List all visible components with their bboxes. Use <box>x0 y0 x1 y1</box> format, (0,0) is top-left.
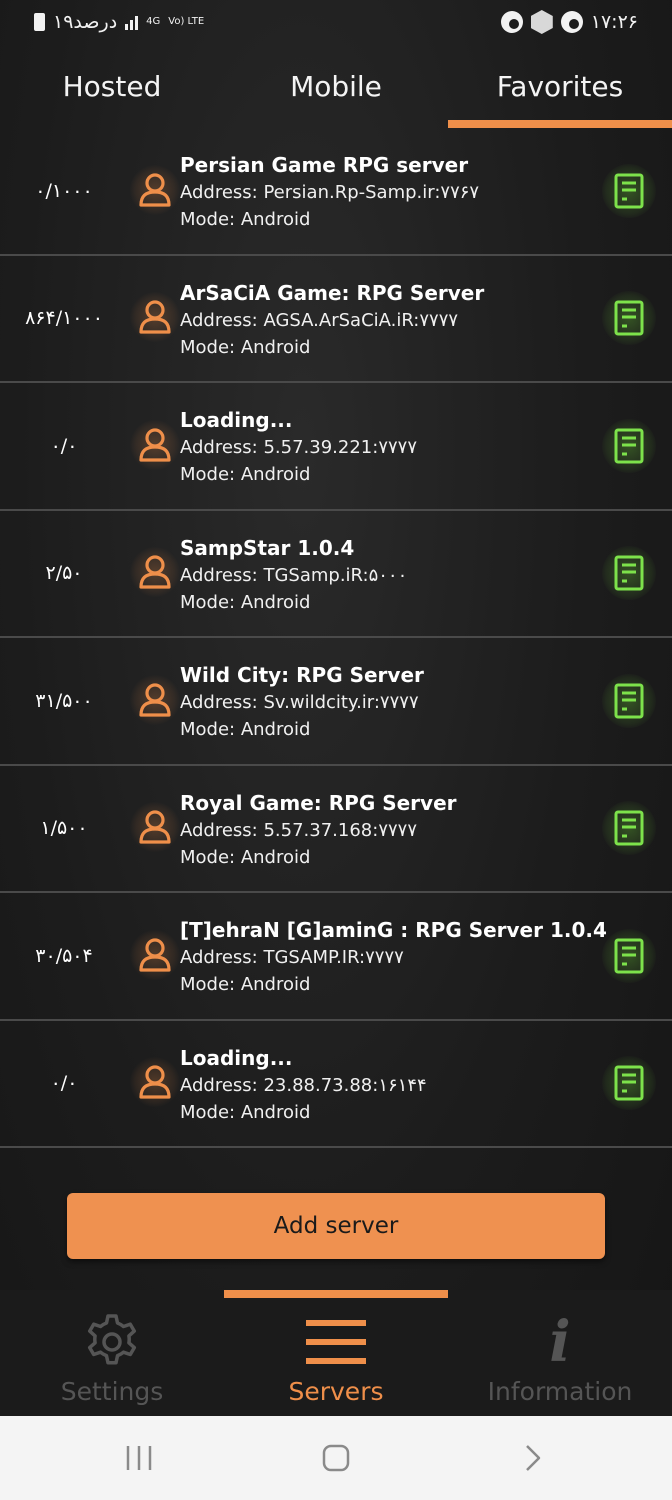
server-row[interactable]: ۰/۰ Loading... Address: 23.88.73.88:۱۶۱۴… <box>0 1021 672 1148</box>
volte-indicator: Vo) LTE <box>168 16 205 27</box>
server-name: Royal Game: RPG Server <box>180 790 457 815</box>
server-row[interactable]: ۳۱/۵۰۰ Wild City: RPG Server Address: Sv… <box>0 638 672 766</box>
server-mode: Mode: Android <box>180 336 311 358</box>
tab-hosted[interactable]: Hosted <box>0 56 224 128</box>
server-name: [T]ehraN [G]aminG : RPG Server 1.0.4 <box>180 918 607 942</box>
status-bar: ۱۹درصد 4G Vo) LTE ۱۷:۲۶ <box>0 0 672 44</box>
server-list: ۰/۱۰۰۰ Persian Game RPG server Address: … <box>0 128 672 1148</box>
player-count: ۸۶۴/۱۰۰۰ <box>25 307 103 330</box>
player-count: ۰/۰ <box>50 434 78 457</box>
server-address: Address: AGSA.ArSaCiA.iR:۷۷۷۷ <box>180 309 459 331</box>
server-info: Loading... Address: 5.57.39.221:۷۷۷۷ Mod… <box>180 407 417 488</box>
server-info: Persian Game RPG server Address: Persian… <box>180 152 479 233</box>
server-mode: Mode: Android <box>180 846 311 868</box>
user-icon <box>130 164 180 215</box>
user-icon <box>130 419 180 470</box>
server-details-icon[interactable] <box>602 418 656 473</box>
player-count: ۰/۱۰۰۰ <box>35 179 93 202</box>
server-address: Address: 23.88.73.88:۱۶۱۴۴ <box>180 1074 427 1096</box>
server-details-icon[interactable] <box>602 801 656 856</box>
server-details-icon[interactable] <box>602 291 656 346</box>
server-info: SampStar 1.0.4 Address: TGSamp.iR:۵۰۰۰ M… <box>180 535 407 616</box>
server-details-icon[interactable] <box>602 928 656 983</box>
back-icon[interactable] <box>503 1428 563 1488</box>
nav-settings[interactable]: Settings <box>0 1290 224 1416</box>
server-name: Persian Game RPG server <box>180 153 469 177</box>
clock: ۱۷:۲۶ <box>590 11 638 33</box>
server-info: Wild City: RPG Server Address: Sv.wildci… <box>180 662 424 743</box>
server-row[interactable]: ۰/۰ Loading... Address: 5.57.39.221:۷۷۷۷… <box>0 383 672 511</box>
gear-icon <box>82 1311 142 1373</box>
signal-icon <box>125 14 139 30</box>
nav-servers-label: Servers <box>288 1377 384 1406</box>
add-server-button[interactable]: Add server <box>67 1193 605 1259</box>
user-icon <box>130 292 180 343</box>
nav-settings-label: Settings <box>60 1377 164 1406</box>
server-info: Royal Game: RPG Server Address: 5.57.37.… <box>180 790 457 871</box>
player-count: ۱/۵۰۰ <box>40 817 88 840</box>
server-name: SampStar 1.0.4 <box>180 535 355 560</box>
user-icon <box>130 802 180 853</box>
server-row[interactable]: ۸۶۴/۱۰۰۰ ArSaCiA Game: RPG Server Addres… <box>0 256 672 383</box>
server-mode: Mode: Android <box>180 719 311 740</box>
server-name: Loading... <box>180 1045 293 1070</box>
player-count: ۲/۵۰ <box>45 562 83 585</box>
server-row[interactable]: ۱/۵۰۰ Royal Game: RPG Server Address: 5.… <box>0 766 672 893</box>
user-icon <box>130 929 180 980</box>
chrome-icon <box>500 11 523 33</box>
status-right: ۱۷:۲۶ <box>500 10 638 34</box>
battery-icon <box>34 13 45 31</box>
server-info: Loading... Address: 23.88.73.88:۱۶۱۴۴ Mo… <box>180 1045 427 1126</box>
nav-information-label: Information <box>487 1377 633 1406</box>
server-mode: Mode: Android <box>180 209 311 230</box>
server-address: Address: Persian.Rp-Samp.ir:۷۷۶۷ <box>180 182 480 203</box>
server-name: ArSaCiA Game: RPG Server <box>180 280 485 305</box>
nav-information[interactable]: i Information <box>448 1290 672 1416</box>
player-count: ۳۱/۵۰۰ <box>35 689 93 712</box>
server-details-icon[interactable] <box>602 546 656 601</box>
server-mode: Mode: Android <box>180 1101 311 1123</box>
top-tabs: Hosted Mobile Favorites <box>0 56 672 128</box>
user-icon <box>130 1057 180 1108</box>
tab-mobile[interactable]: Mobile <box>224 56 448 128</box>
server-address: Address: TGSamp.iR:۵۰۰۰ <box>180 564 408 586</box>
chrome-icon <box>560 11 583 33</box>
status-left: ۱۹درصد 4G Vo) LTE <box>34 11 204 33</box>
server-details-icon[interactable] <box>602 673 656 728</box>
server-info: [T]ehraN [G]aminG : RPG Server 1.0.4 Add… <box>180 917 607 998</box>
network-type: 4G <box>146 16 161 27</box>
server-row[interactable]: ۲/۵۰ SampStar 1.0.4 Address: TGSamp.iR:۵… <box>0 511 672 638</box>
server-mode: Mode: Android <box>180 464 311 485</box>
user-icon <box>130 547 180 598</box>
menu-icon <box>306 1311 366 1373</box>
info-icon: i <box>549 1309 571 1375</box>
server-name: Loading... <box>180 408 293 432</box>
server-details-icon[interactable] <box>602 163 656 218</box>
server-row[interactable]: ۰/۱۰۰۰ Persian Game RPG server Address: … <box>0 128 672 256</box>
home-icon[interactable] <box>306 1428 366 1488</box>
server-address: Address: Sv.wildcity.ir:۷۷۷۷ <box>180 692 419 713</box>
battery-text: ۱۹درصد <box>53 11 118 33</box>
server-address: Address: 5.57.37.168:۷۷۷۷ <box>180 819 417 841</box>
server-row[interactable]: ۳۰/۵۰۴ [T]ehraN [G]aminG : RPG Server 1.… <box>0 893 672 1021</box>
nav-servers[interactable]: Servers <box>224 1290 448 1416</box>
app-hex-icon <box>530 10 553 34</box>
server-info: ArSaCiA Game: RPG Server Address: AGSA.A… <box>180 280 484 361</box>
server-mode: Mode: Android <box>180 591 311 613</box>
player-count: ۰/۰ <box>50 1072 78 1095</box>
user-icon <box>130 674 180 725</box>
server-address: Address: 5.57.39.221:۷۷۷۷ <box>180 437 417 458</box>
server-address: Address: TGSAMP.IR:۷۷۷۷ <box>180 947 404 968</box>
server-details-icon[interactable] <box>602 1056 656 1111</box>
system-nav-bar <box>0 1416 672 1500</box>
recent-apps-icon[interactable] <box>109 1428 169 1488</box>
tab-favorites[interactable]: Favorites <box>448 56 672 128</box>
server-name: Wild City: RPG Server <box>180 663 424 687</box>
player-count: ۳۰/۵۰۴ <box>35 944 93 967</box>
server-mode: Mode: Android <box>180 974 311 995</box>
bottom-nav: Settings Servers i Information <box>0 1290 672 1416</box>
